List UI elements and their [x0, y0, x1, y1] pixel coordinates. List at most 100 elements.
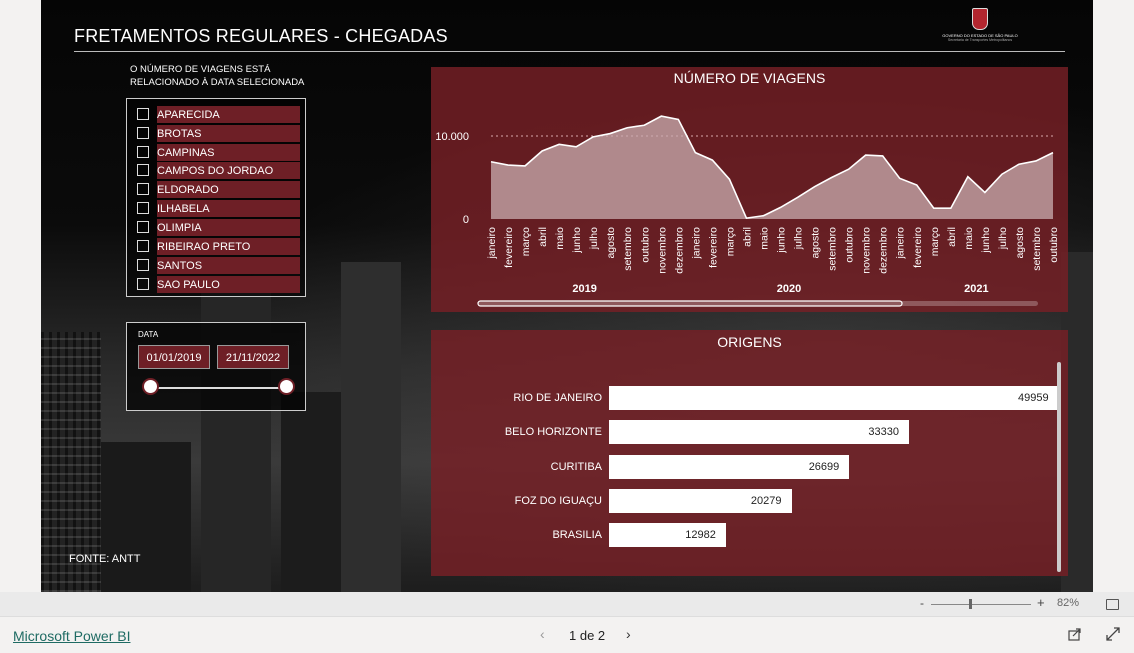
filter-item-label: CAMPINAS — [157, 144, 300, 161]
filter-item[interactable]: SAO PAULO — [137, 276, 302, 293]
x-tick-label: outubro — [1048, 227, 1060, 263]
x-tick-label: março — [520, 227, 532, 256]
bar-category-label: RIO DE JANEIRO — [513, 392, 602, 404]
x-tick-label: janeiro — [486, 227, 498, 260]
x-tick-label: dezembro — [878, 227, 890, 274]
filter-item[interactable]: BROTAS — [137, 125, 302, 142]
x-tick-label: junho — [980, 227, 992, 254]
checkbox[interactable] — [137, 127, 149, 139]
checkbox[interactable] — [137, 278, 149, 290]
zoom-slider-thumb[interactable] — [969, 599, 972, 609]
date-slicer-label: DATA — [138, 330, 159, 339]
x-tick-label: maio — [554, 227, 566, 250]
checkbox[interactable] — [137, 146, 149, 158]
end-date-input[interactable]: 21/11/2022 — [217, 345, 289, 369]
filter-item[interactable]: ELDORADO — [137, 181, 302, 198]
x-tick-label: abril — [537, 227, 549, 247]
fullscreen-icon[interactable] — [1106, 627, 1120, 641]
checkbox[interactable] — [137, 221, 149, 233]
x-tick-label: janeiro — [895, 227, 907, 260]
x-tick-label: maio — [758, 227, 770, 250]
checkbox[interactable] — [137, 183, 149, 195]
x-tick-label: outubro — [844, 227, 856, 263]
date-range-track[interactable] — [151, 387, 289, 389]
y-tick-label: 0 — [463, 214, 469, 226]
report-title: FRETAMENTOS REGULARES - CHEGADAS — [74, 26, 448, 46]
x-tick-label: julho — [793, 227, 805, 250]
x-tick-label: novembro — [656, 227, 668, 274]
share-icon[interactable] — [1068, 627, 1082, 641]
x-tick-label: junho — [776, 227, 788, 254]
filter-item-label: OLIMPIA — [157, 219, 300, 236]
area-fill — [491, 116, 1053, 219]
powerbi-link[interactable]: Microsoft Power BI — [13, 628, 130, 644]
bar-category-label: FOZ DO IGUAÇU — [514, 494, 602, 507]
origins-chart-title: ORIGENS — [717, 334, 782, 350]
filter-item[interactable]: CAMPOS DO JORDAO — [137, 162, 302, 179]
x-tick-label: setembro — [1031, 227, 1043, 271]
x-tick-label: junho — [571, 227, 583, 254]
start-date-handle[interactable] — [142, 378, 159, 395]
zoom-slider[interactable] — [931, 604, 1031, 605]
filter-item[interactable]: OLIMPIA — [137, 219, 302, 236]
filter-item-label: RIBEIRAO PRETO — [157, 238, 300, 255]
destination-filter: APARECIDA BROTAS CAMPINAS CAMPOS DO JORD… — [126, 98, 306, 297]
filter-item[interactable]: RIBEIRAO PRETO — [137, 238, 302, 255]
powerbi-footer: Microsoft Power BI ‹ 1 de 2 › — [0, 616, 1134, 653]
filter-item-label: SANTOS — [157, 257, 300, 274]
x-tick-label: janeiro — [690, 227, 702, 260]
x-tick-label: dezembro — [673, 227, 685, 274]
zoom-out-button[interactable]: - — [920, 596, 924, 610]
checkbox[interactable] — [137, 202, 149, 214]
bar-value-label: 26699 — [808, 460, 840, 473]
previous-page-button[interactable]: ‹ — [540, 626, 545, 642]
status-bar: - + 82% — [0, 592, 1134, 616]
filter-item[interactable]: CAMPINAS — [137, 144, 302, 161]
date-slicer: DATA 01/01/2019 21/11/2022 — [126, 322, 306, 411]
bar-value-label: 12982 — [685, 529, 716, 542]
checkbox[interactable] — [137, 259, 149, 271]
origins-scrollbar[interactable] — [1057, 362, 1061, 572]
end-date-handle[interactable] — [278, 378, 295, 395]
x-tick-label: setembro — [827, 227, 839, 271]
filter-item[interactable]: SANTOS — [137, 257, 302, 274]
zoom-in-button[interactable]: + — [1037, 595, 1045, 610]
year-label: 2020 — [777, 283, 801, 295]
x-tick-label: fevereiro — [503, 227, 515, 268]
title-divider — [74, 51, 1065, 52]
trips-chart-panel: NÚMERO DE VIAGENS 0 10.000 janeiro fevereir… — [431, 67, 1068, 312]
background-building — [101, 442, 191, 592]
bar-value-label: 49959 — [1018, 392, 1049, 404]
y-tick-label: 10.000 — [435, 131, 469, 143]
government-logo: GOVERNO DO ESTADO DE SÃO PAULO Secretari… — [934, 8, 1026, 48]
next-page-button[interactable]: › — [626, 626, 631, 642]
checkbox[interactable] — [137, 240, 149, 252]
filter-item[interactable]: ILHABELA — [137, 200, 302, 217]
x-tick-label: maio — [963, 227, 975, 250]
x-tick-label: novembro — [861, 227, 873, 274]
start-date-input[interactable]: 01/01/2019 — [138, 345, 210, 369]
checkbox[interactable] — [137, 108, 149, 120]
trips-area-chart: 010.000janeiro fevereiro março abril maio jun… — [435, 115, 1060, 307]
x-tick-label: agosto — [810, 227, 822, 259]
x-tick-label: agosto — [605, 227, 617, 259]
x-tick-label: julho — [588, 227, 600, 250]
bar-category-label: CURITIBA — [550, 460, 602, 473]
bar-value-label: 33330 — [868, 426, 899, 439]
year-label: 2021 — [964, 283, 988, 295]
date-note: O NÚMERO DE VIAGENS ESTÁ RELACIONADO À D… — [130, 63, 304, 89]
x-tick-label: agosto — [1014, 227, 1026, 259]
zoom-level: 82% — [1057, 597, 1080, 609]
report-canvas: FRETAMENTOS REGULARES - CHEGADAS GOVERNO… — [41, 0, 1093, 592]
bar-category-label: BRASILIA — [552, 529, 602, 542]
note-line-2: RELACIONADO À DATA SELECIONADA — [130, 77, 305, 88]
fit-to-page-icon[interactable] — [1106, 599, 1119, 610]
logo-line-2: Secretaria de Transportes Metropolitanos — [947, 38, 1013, 42]
origins-chart-panel: ORIGENS RIO DE JANEIRO 49959 BELO HORIZONT… — [431, 330, 1068, 576]
year-label: 2019 — [572, 283, 596, 295]
page-indicator: 1 de 2 — [569, 628, 606, 643]
checkbox[interactable] — [137, 164, 149, 176]
x-tick-label: fevereiro — [912, 227, 924, 268]
x-tick-label: julho — [997, 227, 1009, 250]
filter-item[interactable]: APARECIDA — [137, 106, 302, 123]
